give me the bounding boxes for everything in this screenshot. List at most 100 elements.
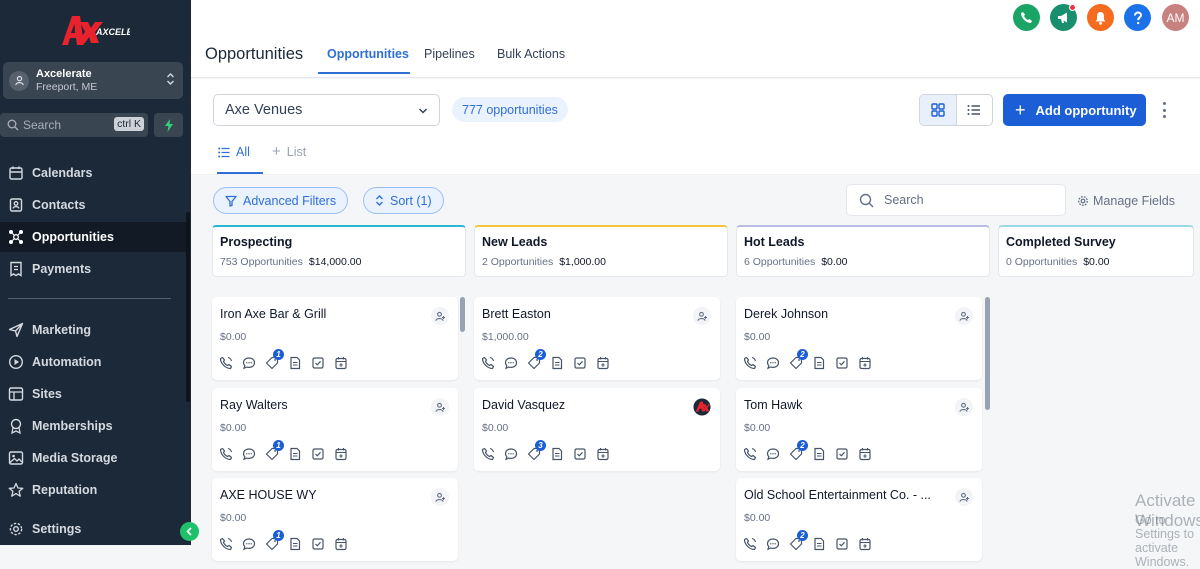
sidebar-search[interactable]: Search ctrl K — [0, 113, 148, 137]
sidebar-item-memberships[interactable]: Memberships — [0, 411, 186, 441]
tasks-button[interactable] — [573, 356, 587, 370]
column-scrollbar[interactable] — [985, 297, 990, 410]
tab-opportunities[interactable]: Opportunities — [327, 47, 409, 61]
owner-avatar[interactable] — [693, 398, 711, 416]
tasks-button[interactable] — [835, 537, 849, 551]
notes-button[interactable] — [550, 447, 564, 461]
appointment-button[interactable] — [858, 447, 872, 461]
tags-button[interactable]: 1 — [265, 349, 284, 370]
tags-button[interactable]: 3 — [527, 440, 546, 461]
sidebar-item-opportunities[interactable]: Opportunities — [0, 222, 186, 252]
add-opportunity-button[interactable]: + Add opportunity — [1003, 94, 1146, 126]
sidebar-item-settings[interactable]: Settings — [0, 514, 186, 544]
assign-owner-button[interactable] — [955, 398, 973, 416]
call-button[interactable] — [743, 537, 757, 551]
assign-owner-button[interactable] — [431, 488, 449, 506]
message-button[interactable] — [504, 356, 518, 370]
notes-button[interactable] — [812, 537, 826, 551]
assign-owner-button[interactable] — [431, 307, 449, 325]
logo-icon[interactable]: AXCELERATE — [58, 12, 130, 48]
sidebar-item-payments[interactable]: Payments — [0, 254, 186, 284]
opportunity-card[interactable]: Ray Walters $0.00 1 — [212, 388, 458, 471]
more-options-button[interactable] — [1160, 100, 1168, 120]
appointment-button[interactable] — [596, 447, 610, 461]
notes-button[interactable] — [812, 447, 826, 461]
opportunity-search-input[interactable]: Search — [846, 184, 1066, 216]
column-scrollbar[interactable] — [460, 297, 465, 332]
announcements-button[interactable] — [1050, 4, 1077, 31]
opportunity-card[interactable]: AXE HOUSE WY $0.00 1 — [212, 478, 458, 561]
user-avatar[interactable]: AM — [1162, 4, 1189, 31]
message-button[interactable] — [766, 537, 780, 551]
appointment-button[interactable] — [858, 537, 872, 551]
opportunity-card[interactable]: David Vasquez $0.00 3 — [474, 388, 720, 471]
tags-button[interactable]: 2 — [789, 349, 808, 370]
appointment-button[interactable] — [334, 447, 348, 461]
tasks-button[interactable] — [573, 447, 587, 461]
tasks-button[interactable] — [835, 356, 849, 370]
tasks-button[interactable] — [835, 447, 849, 461]
opportunity-card[interactable]: Brett Easton $1,000.00 2 — [474, 297, 720, 380]
call-button[interactable] — [743, 356, 757, 370]
sidebar-item-calendars[interactable]: Calendars — [0, 158, 186, 188]
notes-button[interactable] — [550, 356, 564, 370]
opportunity-card[interactable]: Old School Entertainment Co. - ... $0.00 2 — [736, 478, 982, 561]
sidebar-item-media-storage[interactable]: Media Storage — [0, 443, 186, 473]
quick-actions-button[interactable] — [154, 113, 183, 137]
call-button[interactable] — [481, 447, 495, 461]
notes-button[interactable] — [288, 447, 302, 461]
sidebar-scrollbar[interactable] — [186, 212, 190, 402]
tags-button[interactable]: 2 — [789, 530, 808, 551]
notes-button[interactable] — [288, 537, 302, 551]
sidebar-item-sites[interactable]: Sites — [0, 379, 186, 409]
tasks-button[interactable] — [311, 447, 325, 461]
assign-owner-button[interactable] — [431, 398, 449, 416]
call-button[interactable] — [743, 447, 757, 461]
pipeline-select[interactable]: Axe Venues — [213, 94, 440, 126]
manage-fields-button[interactable]: Manage Fields — [1077, 194, 1175, 208]
notifications-button[interactable] — [1087, 4, 1114, 31]
board-view-button[interactable] — [920, 95, 957, 125]
message-button[interactable] — [766, 356, 780, 370]
call-button[interactable] — [219, 356, 233, 370]
help-button[interactable] — [1124, 4, 1151, 31]
tags-button[interactable]: 2 — [789, 440, 808, 461]
assign-owner-button[interactable] — [955, 307, 973, 325]
tasks-button[interactable] — [311, 537, 325, 551]
list-view-button[interactable] — [957, 95, 993, 125]
opportunity-card[interactable]: Iron Axe Bar & Grill $0.00 1 — [212, 297, 458, 380]
call-button[interactable] — [219, 447, 233, 461]
sidebar-item-reputation[interactable]: Reputation — [0, 475, 186, 505]
tasks-button[interactable] — [311, 356, 325, 370]
tab-bulk-actions[interactable]: Bulk Actions — [497, 47, 565, 61]
appointment-button[interactable] — [334, 356, 348, 370]
assign-owner-button[interactable] — [955, 488, 973, 506]
appointment-button[interactable] — [334, 537, 348, 551]
call-button[interactable] — [219, 537, 233, 551]
message-button[interactable] — [242, 356, 256, 370]
phone-button[interactable] — [1013, 4, 1040, 31]
message-button[interactable] — [504, 447, 518, 461]
notes-button[interactable] — [288, 356, 302, 370]
sidebar-item-marketing[interactable]: Marketing — [0, 315, 186, 345]
call-button[interactable] — [481, 356, 495, 370]
sidebar-item-contacts[interactable]: Contacts — [0, 190, 186, 220]
advanced-filters-button[interactable]: Advanced Filters — [213, 187, 349, 214]
add-list-button[interactable]: + List — [272, 144, 306, 159]
tab-pipelines[interactable]: Pipelines — [424, 47, 475, 61]
opportunity-card[interactable]: Derek Johnson $0.00 2 — [736, 297, 982, 380]
tags-button[interactable]: 1 — [265, 530, 284, 551]
opportunity-card[interactable]: Tom Hawk $0.00 2 — [736, 388, 982, 471]
tags-button[interactable]: 1 — [265, 440, 284, 461]
account-switcher[interactable]: Axcelerate Freeport, ME — [3, 62, 183, 99]
notes-button[interactable] — [812, 356, 826, 370]
sort-button[interactable]: Sort (1) — [363, 187, 444, 214]
assign-owner-button[interactable] — [693, 307, 711, 325]
message-button[interactable] — [766, 447, 780, 461]
appointment-button[interactable] — [858, 356, 872, 370]
tags-button[interactable]: 2 — [527, 349, 546, 370]
subtab-all[interactable]: All — [218, 145, 250, 159]
sidebar-item-automation[interactable]: Automation — [0, 347, 186, 377]
appointment-button[interactable] — [596, 356, 610, 370]
message-button[interactable] — [242, 537, 256, 551]
